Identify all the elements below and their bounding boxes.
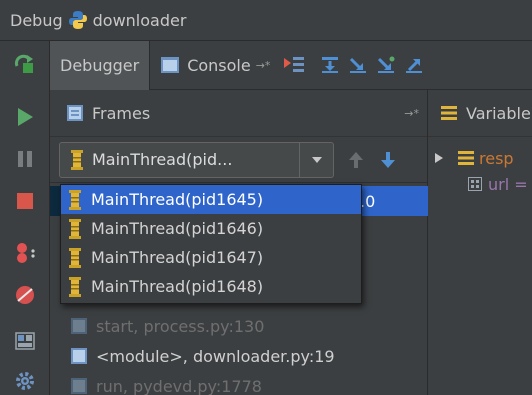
step-out-icon <box>406 59 423 73</box>
step-into-button[interactable] <box>344 50 372 80</box>
resume-icon <box>18 108 33 126</box>
tab-console-label: Console <box>187 55 251 75</box>
previous-frame-button[interactable] <box>342 145 370 175</box>
thread-icon <box>69 218 81 239</box>
stop-icon <box>17 193 33 209</box>
thread-option-label: MainThread(pid1645) <box>91 190 264 209</box>
frame-row[interactable]: <module>, downloader.py:19 <box>50 341 428 371</box>
step-over-button[interactable] <box>316 50 344 80</box>
tab-debugger-label: Debugger <box>60 55 140 75</box>
restore-layout-button[interactable] <box>0 323 50 359</box>
next-frame-button[interactable] <box>374 145 402 175</box>
combobox-arrow[interactable] <box>299 142 333 177</box>
mute-breakpoints-icon <box>16 286 34 304</box>
view-breakpoints-button[interactable] <box>0 235 50 271</box>
thread-combobox[interactable]: MainThread(pid... <box>59 141 334 178</box>
layout-icon <box>15 332 35 350</box>
frames-title: Frames <box>92 103 151 123</box>
resume-button[interactable] <box>0 99 50 135</box>
thread-option[interactable]: MainThread(pid1646) <box>61 214 361 243</box>
thread-option-label: MainThread(pid1647) <box>91 248 264 267</box>
frame-row[interactable]: start, process.py:130 <box>50 311 428 341</box>
python-icon <box>68 11 87 29</box>
thread-dropdown-popup: MainThread(pid1645) MainThread(pid1646) … <box>60 184 362 304</box>
frame-label: run, pydevd.py:1778 <box>96 376 262 395</box>
thread-option[interactable]: MainThread(pid1648) <box>61 272 361 301</box>
mute-breakpoints-button[interactable] <box>0 277 50 313</box>
step-into-my-code-icon <box>378 56 395 73</box>
stop-button[interactable] <box>0 183 50 219</box>
thread-icon <box>71 149 83 170</box>
variable-name: url = <box>488 174 528 194</box>
tab-console[interactable]: Console →* <box>150 41 280 90</box>
pin-frames-icon[interactable]: →* <box>404 107 419 120</box>
thread-option[interactable]: MainThread(pid1645) <box>61 185 361 214</box>
thread-option-label: MainThread(pid1648) <box>91 277 264 296</box>
gear-icon <box>16 372 34 390</box>
thread-icon <box>69 189 81 210</box>
thread-icon <box>69 247 81 268</box>
object-icon <box>458 151 474 165</box>
frame-icon <box>71 348 87 364</box>
chevron-down-icon <box>311 156 322 163</box>
variables-title: Variable <box>466 103 531 123</box>
step-into-icon <box>350 57 367 73</box>
frame-label: start, process.py:130 <box>96 316 265 336</box>
variable-row[interactable]: url = <box>428 171 532 197</box>
title-config-name: downloader <box>92 10 187 30</box>
variables-icon <box>441 106 457 120</box>
frames-header: Frames →* <box>50 90 427 137</box>
variable-name: resp <box>479 148 514 168</box>
frames-icon <box>67 105 83 121</box>
debug-window-titlebar: Debug downloader <box>0 0 532 41</box>
rerun-icon <box>14 54 33 73</box>
debug-tab-toolbar: Debugger Console →* <box>50 40 532 90</box>
settings-button[interactable] <box>0 363 50 395</box>
frame-icon <box>71 318 87 334</box>
breakpoints-icon <box>17 243 35 263</box>
frame-label: <module>, downloader.py:19 <box>96 346 335 366</box>
execution-point-icon <box>284 57 305 72</box>
tab-debugger[interactable]: Debugger <box>50 40 151 90</box>
pin-tab-icon[interactable]: →* <box>256 59 271 72</box>
arrow-up-icon <box>349 151 363 168</box>
pause-button[interactable] <box>0 141 50 177</box>
expand-arrow-icon[interactable] <box>434 152 444 164</box>
step-out-button[interactable] <box>400 50 428 80</box>
thread-selector-row: MainThread(pid... <box>50 137 427 183</box>
variables-header: Variable <box>428 90 532 137</box>
current-thread-label: MainThread(pid... <box>92 150 233 169</box>
thread-icon <box>69 276 81 297</box>
title-prefix: Debug <box>10 10 63 30</box>
console-icon <box>161 57 180 73</box>
frame-icon <box>71 378 87 394</box>
show-execution-point-button[interactable] <box>280 50 308 80</box>
pause-icon <box>18 151 32 167</box>
thread-option-label: MainThread(pid1646) <box>91 219 264 238</box>
thread-option[interactable]: MainThread(pid1647) <box>61 243 361 272</box>
rerun-button[interactable] <box>0 47 50 83</box>
frame-row[interactable]: run, pydevd.py:1778 <box>50 371 428 395</box>
arrow-down-icon <box>381 151 395 168</box>
variables-panel: Variable resp url = <box>428 90 532 395</box>
variable-row[interactable]: resp <box>428 145 532 171</box>
step-into-my-code-button[interactable] <box>372 50 400 80</box>
step-over-icon <box>322 57 339 73</box>
debug-tool-column <box>0 41 50 395</box>
string-var-icon <box>468 177 482 191</box>
